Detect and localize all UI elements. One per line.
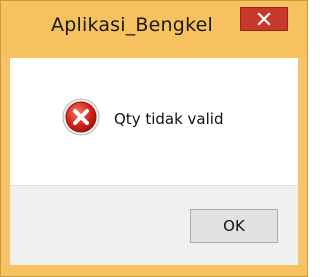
window-title: Aplikasi_Bengkel xyxy=(51,14,213,36)
title-bar[interactable]: Aplikasi_Bengkel xyxy=(2,2,306,58)
ok-button[interactable]: OK xyxy=(190,209,278,243)
error-message: Qty tidak valid xyxy=(114,110,224,128)
button-bar: OK xyxy=(10,185,298,265)
window-bottom-frame xyxy=(2,265,306,276)
close-icon xyxy=(257,12,271,26)
dialog-content: Qty tidak valid xyxy=(10,58,298,185)
message-dialog: Aplikasi_Bengkel Qty tidak valid OK xyxy=(0,0,308,277)
error-icon xyxy=(62,98,100,136)
close-button[interactable] xyxy=(240,7,288,31)
